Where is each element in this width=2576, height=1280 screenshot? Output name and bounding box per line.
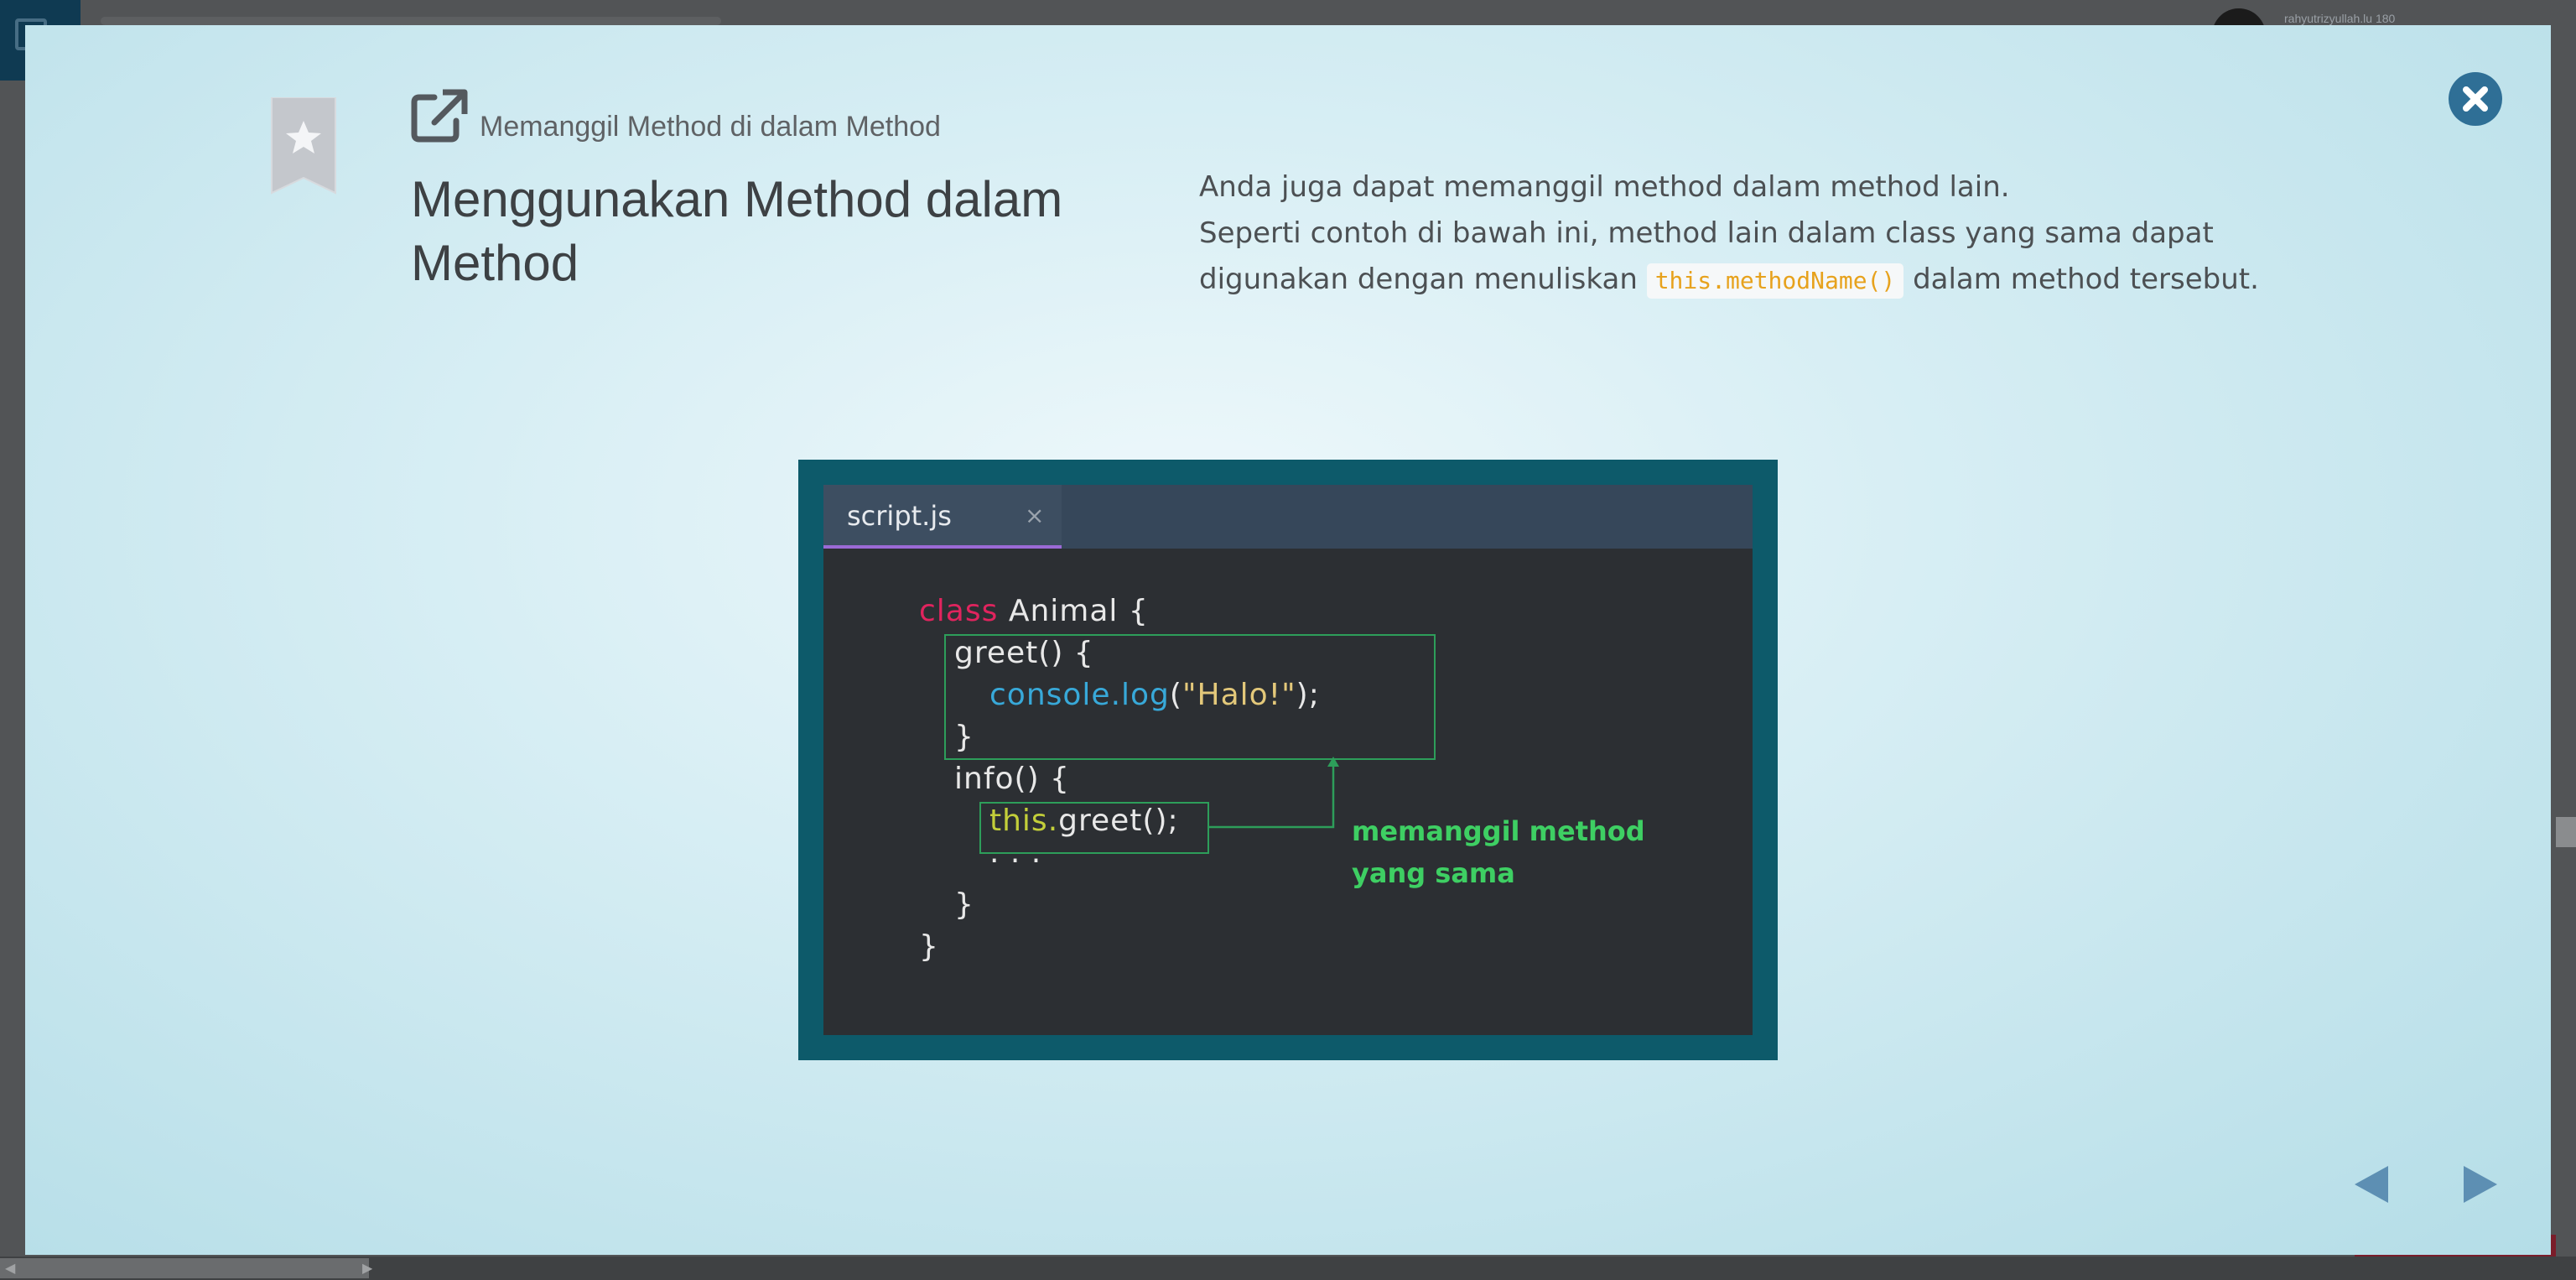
description-text-after: dalam method tersebut. (1903, 263, 2259, 296)
code-line-8: } (954, 887, 974, 922)
lesson-title: Menggunakan Method dalam Method (411, 171, 1063, 291)
annotation-line-1: memanggil method (1352, 815, 1645, 847)
code-illustration: script.js × class Animal { greet() { con… (798, 460, 1778, 1060)
tab-close-icon: × (1025, 502, 1045, 529)
this-greet-highlight (979, 802, 1209, 854)
code-block: class Animal { greet() { console.log("Ha… (823, 485, 1319, 964)
close-icon[interactable] (2449, 72, 2502, 126)
triangle-right-icon[interactable] (2452, 1159, 2502, 1210)
background-topbar (101, 17, 721, 25)
lesson-description: Anda juga dapat memanggil method dalam m… (1199, 164, 2289, 303)
annotation-label: memanggil method yang sama (1352, 810, 1645, 894)
scroll-left-arrow-icon: ◀ (5, 1260, 16, 1276)
external-link-icon[interactable] (411, 89, 470, 143)
code-line-9: } (919, 929, 939, 964)
triangle-left-icon[interactable] (2350, 1159, 2400, 1210)
description-line-1: Anda juga dapat memanggil method dalam m… (1199, 170, 2010, 204)
lesson-subtitle: Memanggil Method di dalam Method (480, 111, 941, 143)
code-editor: script.js × class Animal { greet() { con… (823, 485, 1753, 1035)
annotation-line-2: yang sama (1352, 857, 1515, 889)
code-line-1: class Animal { (919, 594, 1149, 628)
scroll-right-arrow-icon: ▶ (362, 1260, 373, 1276)
lesson-modal: Memanggil Method di dalam Method Menggun… (25, 25, 2551, 1255)
background-horizontal-scrollbar (0, 1257, 2576, 1280)
greet-method-highlight (944, 634, 1436, 760)
bookmark-star-icon[interactable] (268, 97, 339, 195)
code-line-5: info() { (954, 762, 1070, 796)
background-scrollbar-thumb (0, 1258, 369, 1278)
background-username: rahyutrizyullah.lu 180 (2284, 12, 2396, 25)
background-vertical-scrollbar-thumb (2556, 817, 2576, 847)
description-line-2: Seperti contoh di bawah ini, method lain… (1199, 211, 2289, 303)
inline-code: this.methodName() (1646, 263, 1904, 299)
editor-tabbar: script.js × (823, 485, 1753, 549)
